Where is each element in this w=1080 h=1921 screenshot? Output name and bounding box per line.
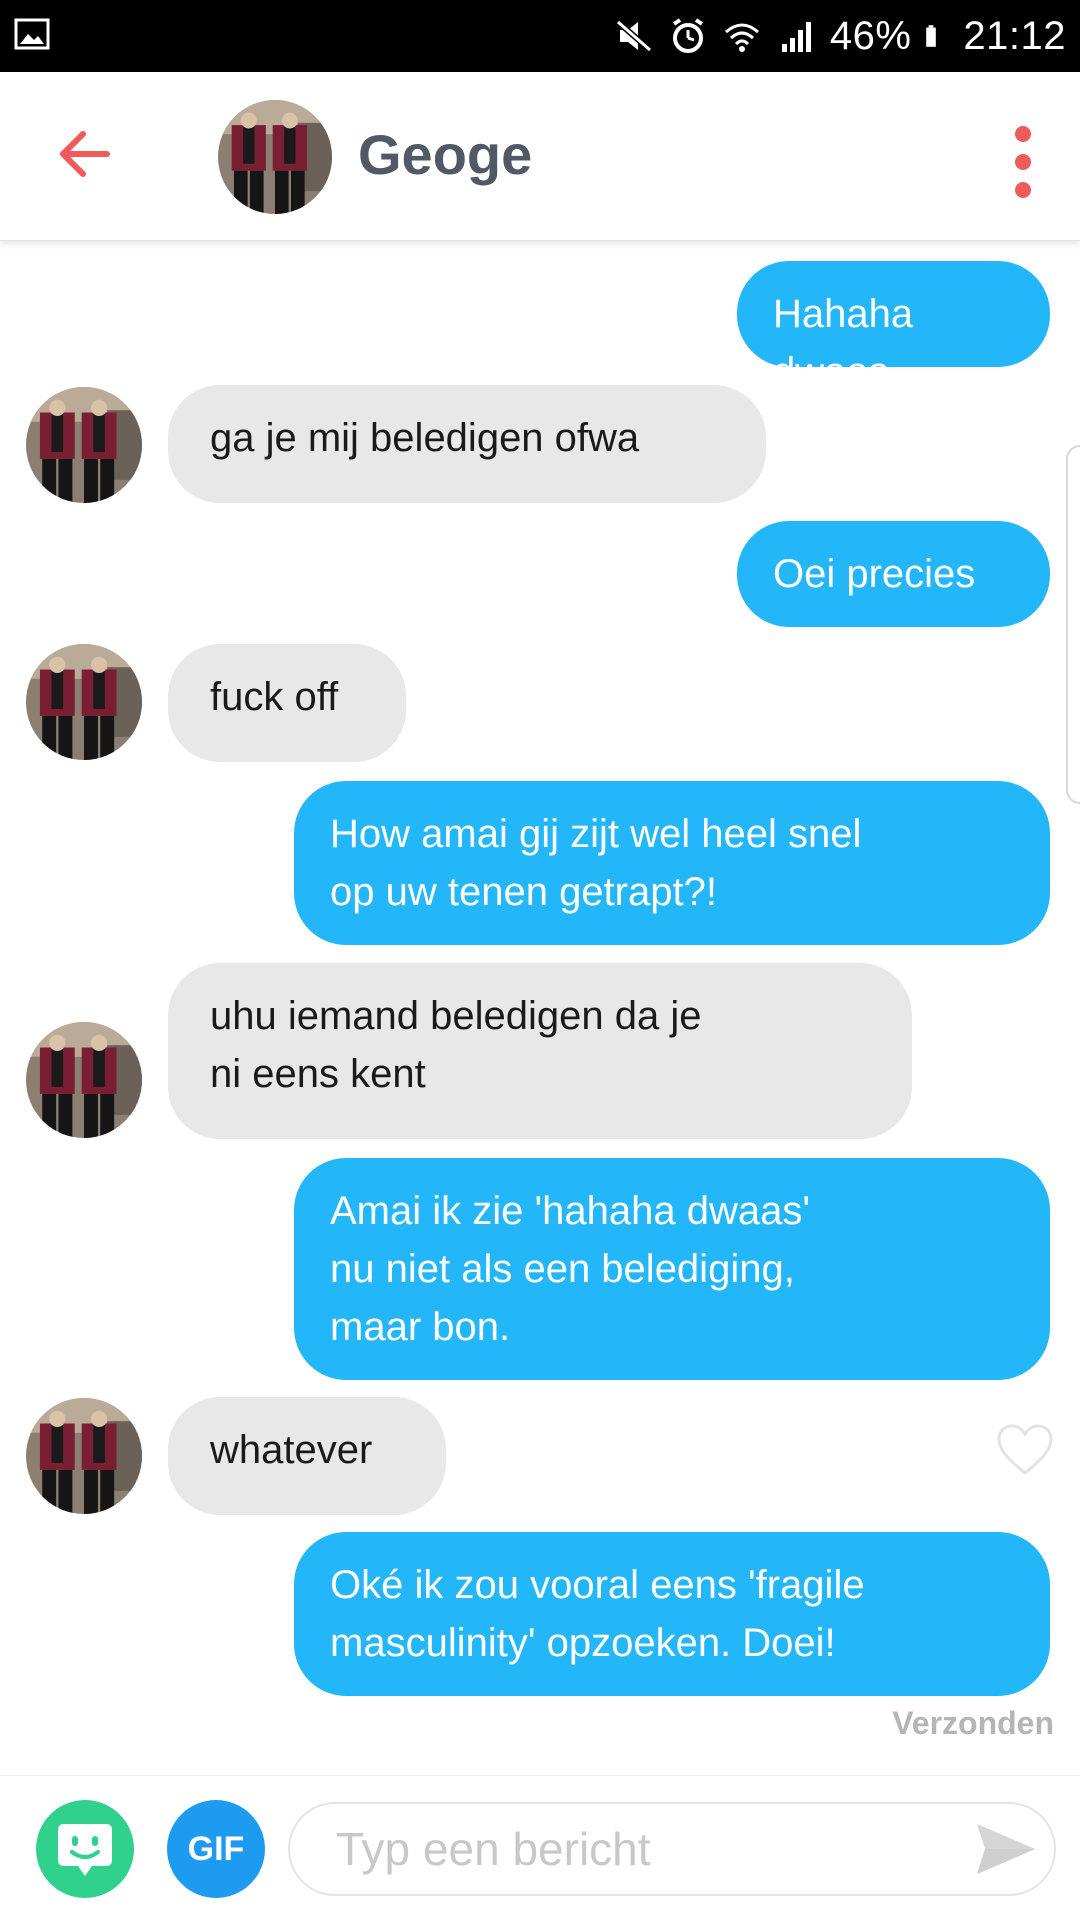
gallery-icon xyxy=(14,18,50,50)
message-avatar[interactable] xyxy=(26,1022,142,1138)
message-outgoing[interactable]: Oké ik zou vooral eens 'fragile masculin… xyxy=(294,1532,1050,1696)
message-outgoing[interactable]: Hahaha dwaas xyxy=(737,261,1050,394)
status-bar: 46% 21:12 xyxy=(0,0,1080,72)
sticker-button[interactable] xyxy=(36,1800,134,1898)
sticker-icon xyxy=(58,1824,112,1876)
battery-icon xyxy=(926,25,937,47)
clock: 21:12 xyxy=(963,13,1066,58)
gif-button[interactable]: GIF xyxy=(167,1800,265,1898)
chat-header: Geoge xyxy=(0,72,1080,241)
mute-icon xyxy=(615,19,652,53)
like-heart-icon[interactable] xyxy=(996,1423,1054,1477)
scroll-indicator[interactable] xyxy=(1066,445,1080,804)
message-avatar[interactable] xyxy=(26,1398,142,1514)
message-incoming[interactable]: whatever xyxy=(168,1397,446,1515)
battery-percent: 46% xyxy=(829,13,912,58)
composer-bar: GIF xyxy=(0,1775,1080,1921)
alarm-icon xyxy=(672,18,703,53)
message-incoming[interactable]: uhu iemand beledigen da je ni eens kent xyxy=(168,963,912,1139)
send-icon[interactable] xyxy=(975,1822,1037,1876)
more-options-icon[interactable] xyxy=(1008,122,1038,202)
message-outgoing[interactable]: Amai ik zie 'hahaha dwaas' nu niet als e… xyxy=(294,1158,1050,1380)
message-input[interactable] xyxy=(288,1802,1056,1896)
signal-icon xyxy=(781,22,811,52)
sent-status: Verzonden xyxy=(892,1705,1054,1741)
message-outgoing[interactable]: How amai gij zijt wel heel snel op uw te… xyxy=(294,781,1050,945)
contact-name[interactable]: Geoge xyxy=(358,122,532,187)
message-incoming[interactable]: fuck off xyxy=(168,644,406,762)
message-avatar[interactable] xyxy=(26,644,142,760)
message-outgoing[interactable]: Oei precies xyxy=(737,521,1050,627)
message-avatar[interactable] xyxy=(26,387,142,503)
contact-avatar[interactable] xyxy=(218,100,332,214)
message-incoming[interactable]: ga je mij beledigen ofwa xyxy=(168,385,766,503)
back-arrow-icon[interactable] xyxy=(55,124,115,184)
wifi-icon xyxy=(724,23,759,52)
message-list: Hahaha dwaas ga je mij beledigen ofwa Oe… xyxy=(0,240,1080,1770)
